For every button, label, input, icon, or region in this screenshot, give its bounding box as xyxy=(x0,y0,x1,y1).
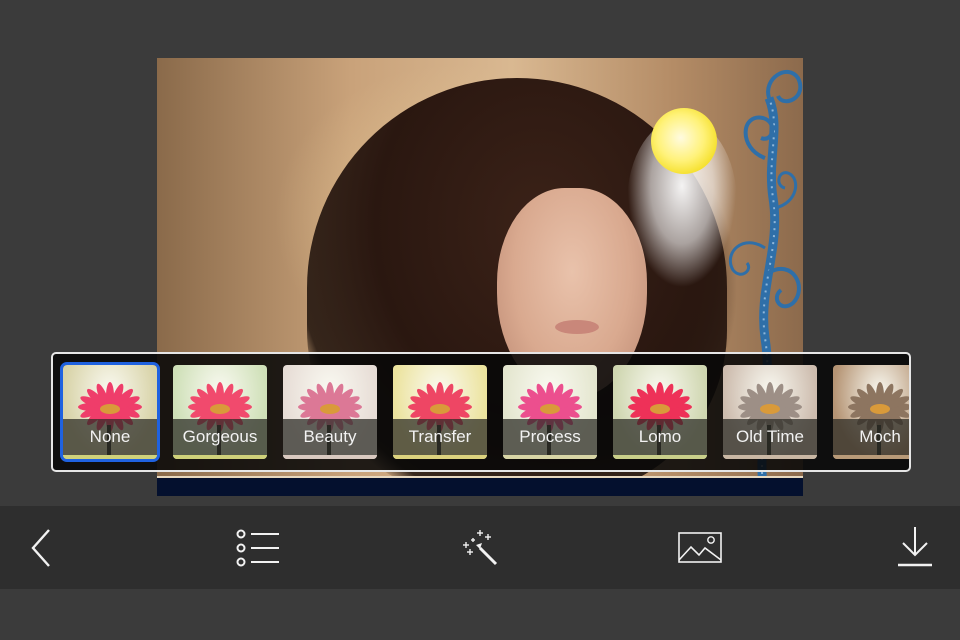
filter-thumb-beauty[interactable]: Beauty xyxy=(283,365,377,459)
filter-thumb-moch[interactable]: Moch xyxy=(833,365,909,459)
flower-center xyxy=(320,404,340,414)
filter-label: Gorgeous xyxy=(173,419,267,455)
filter-strip[interactable]: None Gorgeous Beauty Transfer Process Lomo Old… xyxy=(51,352,911,472)
filter-thumb-transfer[interactable]: Transfer xyxy=(393,365,487,459)
filter-label: None xyxy=(63,419,157,455)
filter-label: Beauty xyxy=(283,419,377,455)
filter-thumb-bottom-line xyxy=(393,455,487,459)
flower-center xyxy=(430,404,450,414)
filter-thumb-bottom-line xyxy=(503,455,597,459)
filter-thumb-gorgeous[interactable]: Gorgeous xyxy=(173,365,267,459)
filter-thumb-bottom-line xyxy=(63,455,157,459)
effects-button[interactable] xyxy=(456,506,504,589)
filter-label: Transfer xyxy=(393,419,487,455)
magic-wand-icon xyxy=(463,529,498,565)
list-icon xyxy=(236,529,279,566)
flower-center xyxy=(870,404,890,414)
frame-bottom-band xyxy=(157,476,803,496)
filter-label: Old Time xyxy=(723,419,817,455)
photo-lips xyxy=(555,320,599,334)
filter-label: Lomo xyxy=(613,419,707,455)
bottom-toolbar xyxy=(0,506,960,589)
list-button[interactable] xyxy=(230,506,286,589)
flower-center xyxy=(210,404,230,414)
filter-label: Moch xyxy=(833,419,909,455)
filter-thumb-bottom-line xyxy=(833,455,909,459)
filter-label: Process xyxy=(503,419,597,455)
filter-thumb-bottom-line xyxy=(173,455,267,459)
filter-thumb-old-time[interactable]: Old Time xyxy=(723,365,817,459)
flower-center xyxy=(540,404,560,414)
chevron-left-icon xyxy=(31,528,50,567)
download-icon xyxy=(898,526,932,566)
flower-center xyxy=(650,404,670,414)
filter-thumb-process[interactable]: Process xyxy=(503,365,597,459)
flower-center xyxy=(100,404,120,414)
save-button[interactable] xyxy=(892,506,938,589)
filter-thumb-lomo[interactable]: Lomo xyxy=(613,365,707,459)
filter-thumb-bottom-line xyxy=(723,455,817,459)
image-icon xyxy=(678,531,722,563)
filter-thumb-none[interactable]: None xyxy=(60,362,160,462)
gallery-button[interactable] xyxy=(674,506,726,589)
back-button[interactable] xyxy=(20,506,64,589)
filter-thumb-bottom-line xyxy=(613,455,707,459)
filter-thumb-bottom-line xyxy=(283,455,377,459)
flower-center xyxy=(760,404,780,414)
